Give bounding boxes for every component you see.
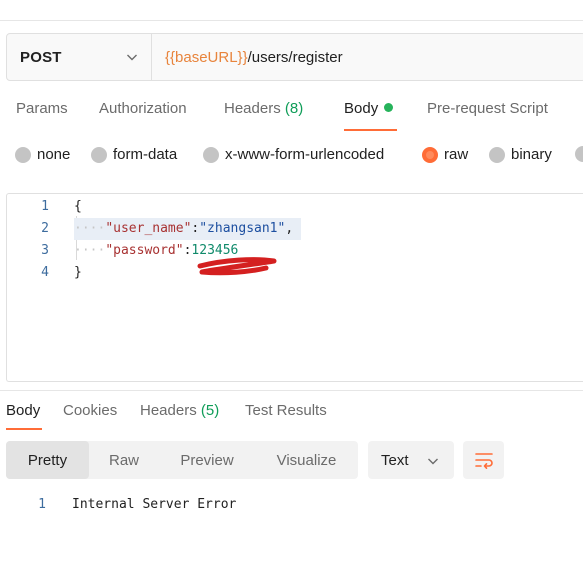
response-headers-count: (5): [200, 402, 220, 419]
method-label: POST: [20, 48, 62, 66]
url-input[interactable]: {{baseURL}}/users/register: [152, 34, 583, 80]
line-number: 1: [38, 497, 46, 512]
line-number: 1: [41, 199, 49, 214]
format-select[interactable]: Text: [368, 441, 454, 479]
response-tab-cookies[interactable]: Cookies: [63, 402, 117, 419]
code-line: 3 ····"password":123456: [7, 240, 583, 262]
headers-count: (8): [284, 100, 304, 117]
code-text: }: [74, 265, 82, 280]
response-tab-headers[interactable]: Headers (5): [140, 402, 219, 419]
response-tabs: Body Cookies Headers (5) Test Results: [0, 402, 583, 432]
response-tab-test-results[interactable]: Test Results: [245, 402, 327, 419]
radio-circle: [575, 146, 583, 162]
tab-params[interactable]: Params: [16, 100, 68, 117]
line-number: 2: [41, 221, 49, 236]
code-text: ····"user_name":"zhangsan1",: [74, 218, 301, 240]
radio-raw[interactable]: raw: [422, 146, 468, 163]
tab-body[interactable]: Body: [344, 100, 394, 117]
radio-graphql-partial[interactable]: [575, 146, 583, 162]
code-line: 2 ····"user_name":"zhangsan1",: [7, 218, 583, 240]
radio-circle: [91, 146, 107, 163]
radio-form-data[interactable]: form-data: [91, 146, 177, 163]
url-path: /users/register: [247, 48, 343, 66]
wrap-lines-icon: [474, 453, 493, 469]
tab-headers[interactable]: Headers (8): [224, 100, 303, 117]
code-line: 1 {: [7, 196, 583, 218]
tab-pre-request-script[interactable]: Pre-request Script: [427, 100, 548, 117]
code-line: 4 }: [7, 262, 583, 284]
response-divider: [0, 390, 583, 391]
response-text: Internal Server Error: [72, 497, 237, 512]
body-indicator-dot: [384, 103, 394, 112]
wrap-lines-button[interactable]: [463, 441, 504, 479]
code-text: {: [74, 199, 82, 214]
view-preview-button[interactable]: Preview: [159, 441, 255, 479]
line-number: 3: [41, 243, 49, 258]
radio-x-www-form-urlencoded[interactable]: x-www-form-urlencoded: [203, 146, 384, 163]
method-select[interactable]: POST: [7, 34, 152, 80]
view-visualize-button[interactable]: Visualize: [255, 441, 358, 479]
view-pretty-button[interactable]: Pretty: [6, 441, 89, 479]
red-underline-annotation: [197, 257, 277, 276]
tab-authorization[interactable]: Authorization: [99, 100, 187, 117]
view-mode-selector: Pretty Raw Preview Visualize: [6, 441, 358, 479]
response-tab-body[interactable]: Body: [6, 402, 40, 419]
chevron-down-icon: [428, 458, 438, 465]
radio-circle: [489, 146, 505, 163]
radio-none[interactable]: none: [15, 146, 70, 163]
radio-circle: [15, 146, 31, 163]
line-number: 4: [41, 265, 49, 280]
response-body-line: 1 Internal Server Error: [0, 494, 583, 516]
chevron-down-icon: [127, 54, 137, 61]
top-border: [0, 20, 583, 21]
url-variable: {{baseURL}}: [165, 48, 248, 66]
radio-binary[interactable]: binary: [489, 146, 552, 163]
url-bar: POST {{baseURL}}/users/register: [6, 33, 583, 81]
body-editor[interactable]: 1 { 2 ····"user_name":"zhangsan1", 3 ···…: [6, 193, 583, 382]
response-active-underline: [6, 428, 42, 430]
radio-circle-checked: [422, 146, 438, 163]
format-label: Text: [381, 451, 409, 469]
active-tab-underline: [344, 129, 397, 131]
request-tabs: Params Authorization Headers (8) Body Pr…: [0, 100, 583, 134]
view-raw-button[interactable]: Raw: [89, 441, 159, 479]
body-type-options: none form-data x-www-form-urlencoded raw…: [0, 146, 583, 170]
radio-circle: [203, 146, 219, 163]
